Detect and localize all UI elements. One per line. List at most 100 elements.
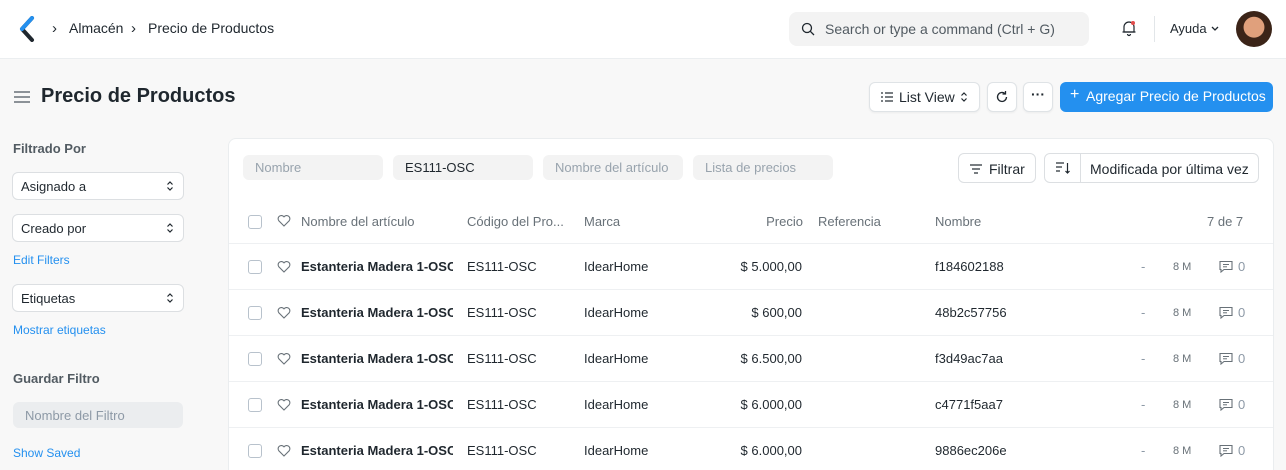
row-checkbox[interactable] bbox=[248, 398, 262, 412]
more-actions-button[interactable]: ··· bbox=[1023, 82, 1053, 112]
add-price-button[interactable]: + Agregar Precio de Productos bbox=[1060, 82, 1273, 112]
comment-icon bbox=[1219, 260, 1233, 273]
record-count: 7 de 7 bbox=[1207, 214, 1244, 229]
cell-name: c4771f5aa7 bbox=[935, 397, 1003, 412]
show-saved-link[interactable]: Show Saved bbox=[13, 446, 80, 460]
row-divider bbox=[229, 243, 1273, 244]
heart-icon[interactable] bbox=[277, 214, 291, 227]
heart-icon[interactable] bbox=[277, 260, 291, 273]
created-by-label: Creado por bbox=[21, 221, 87, 236]
row-checkbox[interactable] bbox=[248, 260, 262, 274]
sort-selector[interactable]: Modificada por última vez bbox=[1044, 153, 1259, 183]
cell-modified: 8 M bbox=[1173, 445, 1192, 457]
item-name-filter-input[interactable]: Nombre del artículo bbox=[543, 155, 683, 180]
cell-brand: IdearHome bbox=[584, 397, 649, 412]
created-by-select[interactable]: Creado por bbox=[12, 214, 184, 242]
heart-icon[interactable] bbox=[277, 306, 291, 319]
select-all-checkbox[interactable] bbox=[248, 215, 262, 229]
row-divider bbox=[229, 427, 1273, 428]
breadcrumb-almacen[interactable]: Almacén bbox=[69, 20, 123, 36]
sort-field-label[interactable]: Modificada por última vez bbox=[1090, 161, 1249, 177]
column-header-name[interactable]: Nombre bbox=[935, 214, 981, 229]
help-menu[interactable]: Ayuda bbox=[1170, 21, 1207, 36]
cell-comment-count: 0 bbox=[1238, 443, 1246, 458]
heart-icon[interactable] bbox=[277, 444, 291, 457]
cell-item-name[interactable]: Estanteria Madera 1-OSC bbox=[301, 397, 453, 412]
column-header-price[interactable]: Precio bbox=[766, 214, 803, 229]
name-filter-input[interactable]: Nombre bbox=[243, 155, 383, 180]
comment-icon bbox=[1219, 352, 1233, 365]
row-checkbox[interactable] bbox=[248, 352, 262, 366]
assigned-to-label: Asignado a bbox=[21, 179, 87, 194]
column-header-item-code[interactable]: Código del Pro... bbox=[467, 214, 564, 229]
assigned-to-select[interactable]: Asignado a bbox=[12, 172, 184, 200]
more-dots-icon: ··· bbox=[1031, 86, 1045, 102]
cell-price: $ 6.500,00 bbox=[740, 351, 802, 366]
select-arrows-icon bbox=[961, 92, 967, 102]
price-list-filter-input[interactable]: Lista de precios bbox=[693, 155, 833, 180]
cell-price: $ 600,00 bbox=[751, 305, 802, 320]
cell-modified: 8 M bbox=[1173, 353, 1192, 365]
sort-descending-icon bbox=[1056, 162, 1070, 174]
column-header-reference[interactable]: Referencia bbox=[818, 214, 881, 229]
notification-bell-icon[interactable] bbox=[1120, 19, 1138, 37]
cell-modified: 8 M bbox=[1173, 261, 1192, 273]
cell-name: f184602188 bbox=[935, 259, 1004, 274]
comment-icon bbox=[1219, 444, 1233, 457]
plus-icon: + bbox=[1070, 86, 1080, 103]
filter-label: Filtrar bbox=[989, 161, 1025, 177]
cell-modified: 8 M bbox=[1173, 399, 1192, 411]
tags-label: Etiquetas bbox=[21, 291, 76, 306]
item-code-filter-value: ES111-OSC bbox=[405, 160, 475, 175]
row-checkbox[interactable] bbox=[248, 444, 262, 458]
show-tags-link[interactable]: Mostrar etiquetas bbox=[13, 323, 106, 337]
cell-item-code: ES111-OSC bbox=[467, 259, 537, 274]
list-card bbox=[228, 138, 1274, 470]
name-filter-placeholder: Nombre bbox=[255, 160, 302, 175]
select-arrows-icon bbox=[167, 293, 173, 303]
filter-button[interactable]: Filtrar bbox=[958, 153, 1036, 183]
tags-select[interactable]: Etiquetas bbox=[12, 284, 184, 312]
cell-status-dash: - bbox=[1141, 397, 1146, 412]
sidebar-heading-filtered-by: Filtrado Por bbox=[13, 141, 86, 156]
user-avatar[interactable] bbox=[1236, 11, 1272, 47]
edit-filters-link[interactable]: Edit Filters bbox=[13, 253, 70, 267]
top-navbar: › Almacén › Precio de Productos Search o… bbox=[0, 0, 1286, 59]
cell-status-dash: - bbox=[1141, 351, 1146, 366]
search-icon bbox=[801, 22, 815, 36]
cell-brand: IdearHome bbox=[584, 259, 649, 274]
search-placeholder: Search or type a command (Ctrl + G) bbox=[825, 21, 1055, 37]
search-bar[interactable]: Search or type a command (Ctrl + G) bbox=[789, 12, 1089, 46]
cell-name: 48b2c57756 bbox=[935, 305, 1007, 320]
heart-icon[interactable] bbox=[277, 352, 291, 365]
cell-brand: IdearHome bbox=[584, 351, 649, 366]
cell-item-name[interactable]: Estanteria Madera 1-OSC bbox=[301, 305, 453, 320]
breadcrumb-current[interactable]: Precio de Productos bbox=[148, 20, 274, 36]
row-checkbox[interactable] bbox=[248, 306, 262, 320]
sort-order-toggle[interactable] bbox=[1045, 154, 1081, 182]
cell-modified: 8 M bbox=[1173, 307, 1192, 319]
cell-status-dash: - bbox=[1141, 305, 1146, 320]
item-name-filter-placeholder: Nombre del artículo bbox=[555, 160, 669, 175]
list-view-button[interactable]: List View bbox=[869, 82, 980, 112]
column-header-brand[interactable]: Marca bbox=[584, 214, 620, 229]
cell-comment-count: 0 bbox=[1238, 259, 1246, 274]
cell-comment-count: 0 bbox=[1238, 351, 1246, 366]
cell-item-name[interactable]: Estanteria Madera 1-OSC bbox=[301, 351, 453, 366]
cell-status-dash: - bbox=[1141, 443, 1146, 458]
filter-name-input[interactable]: Nombre del Filtro bbox=[13, 402, 183, 428]
item-code-filter-input[interactable]: ES111-OSC bbox=[393, 155, 533, 180]
cell-item-code: ES111-OSC bbox=[467, 351, 537, 366]
cell-item-name[interactable]: Estanteria Madera 1-OSC bbox=[301, 259, 453, 274]
navbar-divider bbox=[1154, 16, 1155, 42]
breadcrumb-separator-icon: › bbox=[52, 20, 57, 37]
refresh-button[interactable] bbox=[987, 82, 1017, 112]
app-logo-icon[interactable] bbox=[18, 16, 36, 42]
cell-name: 9886ec206e bbox=[935, 443, 1007, 458]
sidebar-toggle-icon[interactable] bbox=[13, 90, 31, 104]
refresh-icon bbox=[996, 91, 1008, 103]
heart-icon[interactable] bbox=[277, 398, 291, 411]
column-header-item-name[interactable]: Nombre del artículo bbox=[301, 214, 414, 229]
select-arrows-icon bbox=[167, 223, 173, 233]
cell-item-name[interactable]: Estanteria Madera 1-OSC bbox=[301, 443, 453, 458]
